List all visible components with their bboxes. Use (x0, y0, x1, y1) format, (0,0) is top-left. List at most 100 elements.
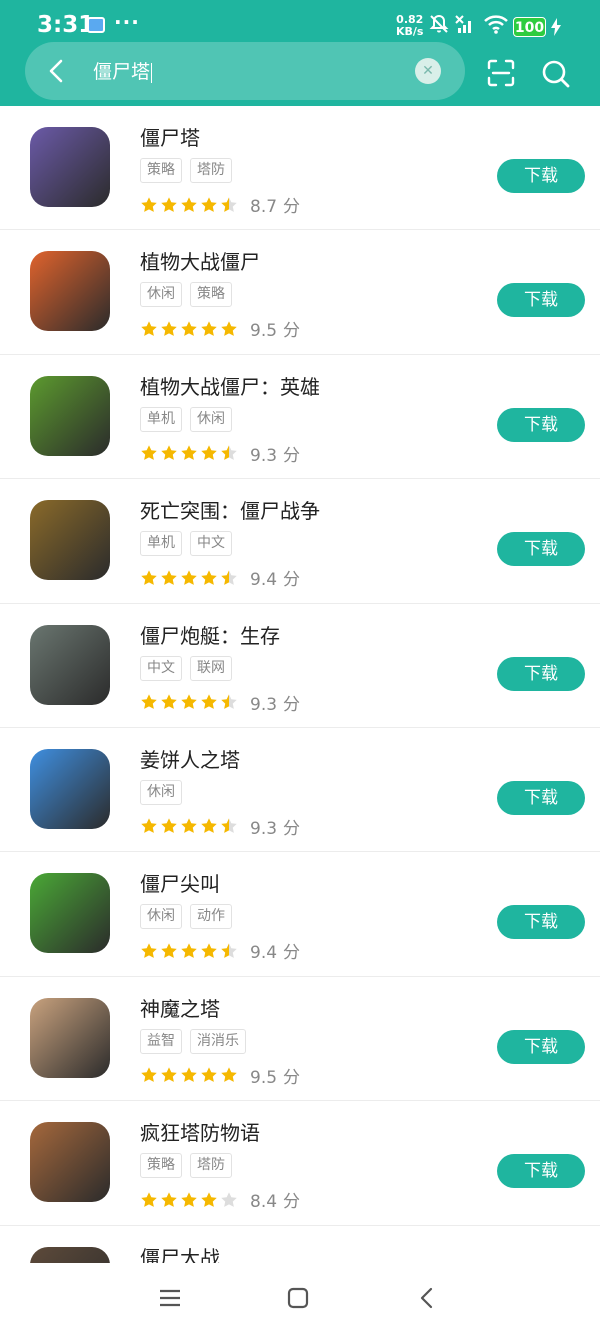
star-icon (161, 321, 177, 336)
app-list-item[interactable]: 植物大战僵尸 休闲 策略 9.5 分 下载 (0, 230, 600, 355)
app-tags: 休闲 动作 (140, 904, 240, 930)
app-icon[interactable] (30, 375, 110, 456)
star-icon (141, 570, 157, 585)
back-icon[interactable] (416, 1287, 438, 1309)
app-name: 植物大战僵尸 (140, 250, 260, 275)
app-list-item[interactable]: 僵尸大战 (0, 1226, 600, 1263)
star-icon (201, 196, 217, 212)
rating-value: 9.3 (250, 445, 278, 466)
app-list-item[interactable]: 疯狂塔防物语 策略 塔防 8.4 分 下载 (0, 1101, 600, 1226)
app-icon[interactable] (30, 624, 110, 705)
app-tags: 单机 中文 (140, 531, 240, 557)
download-button[interactable]: 下载 (497, 780, 585, 815)
app-list-item[interactable]: 死亡突围：僵尸战争 单机 中文 9.4 分 下载 (0, 479, 600, 604)
app-list-item[interactable]: 僵尸尖叫 休闲 动作 9.4 分 下载 (0, 852, 600, 977)
rating-score: 9.4 分 (250, 938, 300, 963)
system-nav-bar (0, 1263, 600, 1333)
download-button[interactable]: 下载 (497, 407, 585, 442)
star-icon (181, 570, 197, 585)
app-icon[interactable] (30, 127, 110, 207)
app-tags: 休闲 (140, 779, 190, 805)
back-arrow-icon[interactable] (43, 57, 71, 85)
star-icon (141, 321, 157, 336)
app-tag: 休闲 (140, 904, 182, 930)
wifi-icon (484, 15, 508, 34)
star-icon (161, 818, 177, 834)
star-icon (181, 694, 197, 709)
app-tag: 益智 (140, 1028, 182, 1054)
app-tag: 中文 (140, 655, 182, 681)
app-name: 僵尸炮艇：生存 (140, 623, 280, 648)
star-icon (161, 1067, 177, 1083)
network-speed-unit: KB/s (396, 25, 424, 38)
app-tag: 策略 (140, 1153, 182, 1179)
star-icon (201, 1191, 217, 1207)
menu-icon[interactable] (159, 1287, 181, 1309)
half-star-icon (221, 943, 237, 958)
app-tags: 策略 塔防 (140, 158, 240, 183)
app-rating: 9.3 分 (140, 814, 300, 839)
app-list-item[interactable]: 植物大战僵尸：英雄 单机 休闲 9.3 分 下载 (0, 355, 600, 480)
star-icon (181, 196, 197, 212)
star-icon (181, 818, 197, 834)
star-icon (181, 1067, 197, 1083)
download-button[interactable]: 下载 (497, 532, 585, 567)
app-icon[interactable] (30, 251, 110, 332)
download-button[interactable]: 下载 (497, 283, 585, 318)
half-star-icon (221, 818, 237, 834)
download-button[interactable]: 下载 (497, 159, 585, 193)
network-speed: 0.82 KB/s (396, 14, 423, 38)
download-button[interactable]: 下载 (497, 656, 585, 691)
search-input[interactable]: 僵尸塔 (93, 57, 153, 84)
star-icon (141, 818, 157, 834)
rating-score: 8.7 分 (250, 192, 300, 217)
app-icon[interactable] (30, 500, 110, 581)
app-icon[interactable] (30, 873, 110, 954)
app-tags: 休闲 策略 (140, 282, 240, 308)
app-icon[interactable] (30, 1246, 110, 1263)
app-icon[interactable] (30, 1122, 110, 1203)
search-icon[interactable] (541, 59, 571, 89)
app-list-item[interactable]: 姜饼人之塔 休闲 9.3 分 下载 (0, 728, 600, 853)
clear-search-button[interactable]: ✕ (415, 58, 441, 84)
download-button[interactable]: 下载 (497, 1029, 585, 1064)
star-icon (201, 943, 217, 958)
app-tags: 益智 消消乐 (140, 1028, 254, 1054)
rating-score: 9.3 分 (250, 814, 300, 839)
app-tag: 单机 (140, 406, 182, 432)
half-star-icon (221, 694, 237, 709)
star-icon (181, 321, 197, 336)
app-list-item[interactable]: 僵尸塔 策略 塔防 8.7 分 下载 (0, 106, 600, 231)
home-icon[interactable] (287, 1287, 309, 1309)
star-icon (201, 818, 217, 834)
app-name: 死亡突围：僵尸战争 (140, 499, 320, 524)
star-icon (141, 1067, 157, 1083)
download-button[interactable]: 下载 (497, 1154, 585, 1189)
app-icon[interactable] (30, 748, 110, 829)
scan-icon[interactable] (486, 58, 516, 88)
app-icon[interactable] (30, 997, 110, 1078)
star-icon (201, 445, 217, 461)
rating-unit: 分 (283, 197, 301, 217)
app-tag: 策略 (140, 158, 182, 183)
charging-icon (551, 18, 561, 36)
app-tag: 塔防 (190, 1153, 232, 1179)
app-tags: 单机 休闲 (140, 406, 240, 432)
search-results-list: 僵尸塔 策略 塔防 8.7 分下载 植物大战僵尸 休闲 策略 9.5 分下载 植物大战僵尸：英雄 单机… (0, 106, 600, 1263)
rating-unit: 分 (283, 1192, 301, 1213)
app-tags: 策略 塔防 (140, 1153, 240, 1179)
app-list-item[interactable]: 神魔之塔 益智 消消乐 9.5 分下载 (0, 977, 600, 1102)
text-caret (151, 62, 153, 83)
app-tag: 策略 (190, 282, 232, 308)
rating-unit: 分 (283, 321, 301, 342)
rating-value: 9.4 (250, 943, 278, 964)
search-bar[interactable]: 僵尸塔 ✕ (25, 42, 465, 100)
app-tag: 单机 (140, 531, 182, 557)
app-list-item[interactable]: 僵尸炮艇：生存 中文 联网 9.3 分 下载 (0, 604, 600, 728)
app-name: 疯狂塔防物语 (140, 1121, 260, 1146)
star-icon (181, 445, 197, 461)
empty-star-icon (221, 1191, 237, 1207)
app-name: 僵尸大战 (140, 1245, 220, 1263)
download-button[interactable]: 下载 (497, 905, 585, 940)
half-star-icon (221, 570, 237, 585)
